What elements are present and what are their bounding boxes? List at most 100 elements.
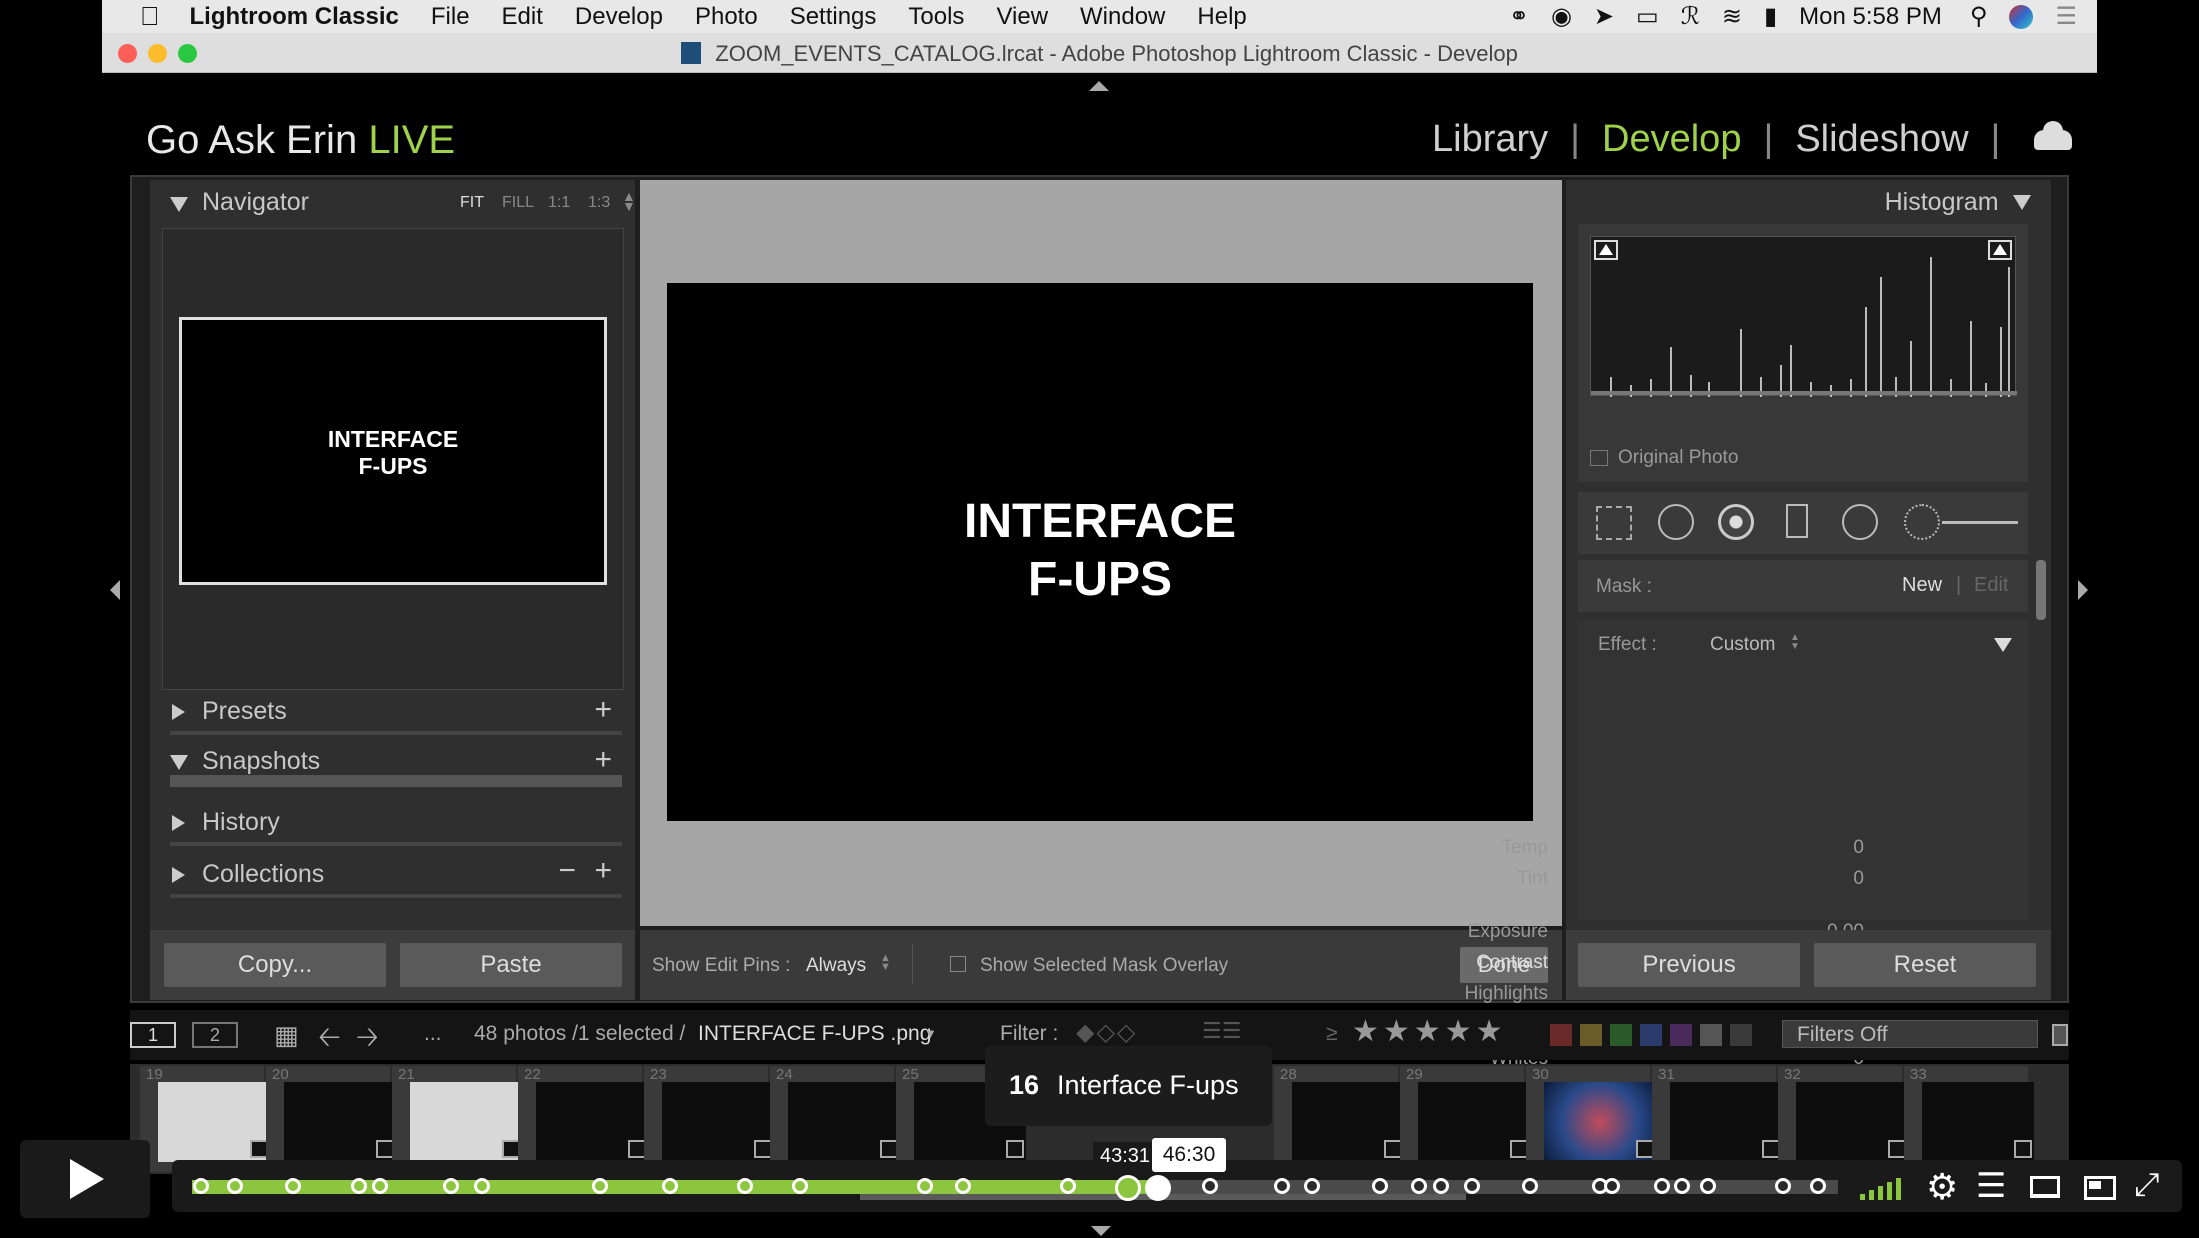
graduated-filter-tool-icon[interactable] bbox=[1786, 504, 1808, 538]
add-collection-icon[interactable]: + bbox=[594, 854, 612, 888]
add-snapshot-icon[interactable]: + bbox=[594, 743, 612, 777]
effect-collapse-icon[interactable] bbox=[1994, 638, 2012, 652]
main-photo[interactable]: INTERFACE F-UPS bbox=[667, 283, 1533, 821]
menubar-clock[interactable]: Mon 5:58 PM bbox=[1799, 3, 1942, 31]
zoom-fit[interactable]: FIT bbox=[460, 194, 484, 212]
color-label-filters[interactable] bbox=[1550, 1024, 1752, 1046]
chapter-marker[interactable] bbox=[1274, 1178, 1290, 1194]
slider-value-tint[interactable]: 0 bbox=[1853, 868, 1864, 890]
chapter-marker[interactable] bbox=[1464, 1178, 1480, 1194]
wifi-icon[interactable]: ≋ bbox=[1722, 2, 1742, 31]
main-window-button[interactable]: 1 bbox=[130, 1022, 176, 1048]
chapter-marker[interactable] bbox=[737, 1178, 753, 1194]
spotlight-icon[interactable]: ⚲ bbox=[1970, 2, 1988, 31]
select-arrows-icon[interactable]: ▲ ▼ bbox=[880, 953, 891, 973]
source-path-ellipsis[interactable]: ... bbox=[424, 1022, 442, 1046]
flag-icon[interactable]: ➤ bbox=[1594, 2, 1614, 31]
chapter-marker[interactable] bbox=[917, 1178, 933, 1194]
grid-view-icon[interactable]: ▦ bbox=[274, 1020, 299, 1051]
bottom-panel-toggle-icon[interactable] bbox=[1091, 1226, 1111, 1236]
rating-gte[interactable]: ≥ bbox=[1326, 1022, 1338, 1046]
histogram-header[interactable]: Histogram bbox=[1885, 188, 2031, 217]
chapter-marker[interactable] bbox=[372, 1178, 388, 1194]
chapter-marker[interactable] bbox=[592, 1178, 608, 1194]
right-panel-toggle-icon[interactable] bbox=[2078, 580, 2088, 600]
play-button[interactable] bbox=[20, 1140, 150, 1218]
menu-help[interactable]: Help bbox=[1197, 3, 1246, 31]
brush-size-slider[interactable] bbox=[1942, 521, 2018, 524]
purple-label-filter[interactable] bbox=[1670, 1024, 1692, 1046]
onepassword-icon[interactable]: ◉ bbox=[1551, 2, 1572, 31]
settings-gear-icon[interactable]: ⚙ bbox=[1926, 1166, 1958, 1208]
menu-view[interactable]: View bbox=[996, 3, 1048, 31]
battery-icon[interactable]: ▮ bbox=[1764, 2, 1777, 31]
zoom-fill[interactable]: FILL bbox=[502, 194, 534, 212]
chapter-marker[interactable] bbox=[193, 1178, 209, 1194]
shadow-clipping-icon[interactable] bbox=[1594, 240, 1618, 260]
spot-removal-tool-icon[interactable] bbox=[1658, 504, 1694, 540]
red-eye-tool-icon[interactable] bbox=[1718, 504, 1754, 540]
notification-center-icon[interactable]: ☰ bbox=[2055, 2, 2077, 31]
chapter-marker[interactable] bbox=[1700, 1178, 1716, 1194]
chapter-marker[interactable] bbox=[1674, 1178, 1690, 1194]
left-panel-toggle-icon[interactable] bbox=[110, 580, 120, 600]
filter-lock-icon[interactable] bbox=[2052, 1024, 2068, 1046]
chapter-marker[interactable] bbox=[285, 1178, 301, 1194]
slider-value-temp[interactable]: 0 bbox=[1853, 837, 1864, 859]
effect-preset-select[interactable]: Custom bbox=[1710, 634, 1775, 656]
chapter-marker[interactable] bbox=[443, 1178, 459, 1194]
yellow-label-filter[interactable] bbox=[1580, 1024, 1602, 1046]
other-label-filter[interactable] bbox=[1730, 1024, 1752, 1046]
edited-filter-icons[interactable]: ☰☰ bbox=[1202, 1018, 1241, 1044]
reset-button[interactable]: Reset bbox=[1814, 943, 2036, 987]
selected-filename[interactable]: INTERFACE F-UPS .png bbox=[698, 1022, 931, 1046]
navigator-preview[interactable]: INTERFACE F-UPS bbox=[179, 317, 607, 585]
mask-new-button[interactable]: New bbox=[1902, 574, 1942, 597]
zoom-1-1[interactable]: 1:1 bbox=[548, 194, 570, 212]
zoom-stepper-icon[interactable]: ▲ ▼ bbox=[622, 189, 636, 213]
cloud-sync-icon[interactable] bbox=[2034, 120, 2073, 150]
chapter-marker[interactable] bbox=[662, 1178, 678, 1194]
collections-panel-header[interactable]: Collections − + bbox=[170, 854, 622, 898]
menu-window[interactable]: Window bbox=[1080, 3, 1165, 31]
filter-preset-select[interactable]: Filters Off bbox=[1782, 1020, 2038, 1048]
menu-file[interactable]: File bbox=[431, 3, 470, 31]
filename-dropdown-icon[interactable]: ▼ bbox=[924, 1026, 937, 1041]
mask-overlay-checkbox[interactable] bbox=[950, 956, 966, 972]
mask-edit-button[interactable]: Edit bbox=[1974, 574, 2008, 597]
module-slideshow[interactable]: Slideshow bbox=[1795, 118, 1968, 161]
presets-panel-header[interactable]: Presets + bbox=[170, 693, 622, 735]
crop-tool-icon[interactable] bbox=[1596, 506, 1632, 540]
snapshots-panel-header[interactable]: Snapshots + bbox=[170, 743, 622, 787]
chapter-marker[interactable] bbox=[1775, 1178, 1791, 1194]
blue-label-filter[interactable] bbox=[1640, 1024, 1662, 1046]
chapter-marker[interactable] bbox=[474, 1178, 490, 1194]
chapter-marker[interactable] bbox=[1604, 1178, 1620, 1194]
chapter-marker[interactable] bbox=[1372, 1178, 1388, 1194]
chapter-marker[interactable] bbox=[1060, 1178, 1076, 1194]
chapters-list-icon[interactable]: ☰ bbox=[1976, 1166, 2006, 1206]
airplay-video-icon[interactable] bbox=[2030, 1176, 2060, 1198]
chapter-marker[interactable] bbox=[1411, 1178, 1427, 1194]
forward-arrow-icon[interactable]: 🡢 bbox=[356, 1016, 379, 1064]
zoom-ratio[interactable]: 1:3 bbox=[588, 194, 610, 212]
menu-develop[interactable]: Develop bbox=[575, 3, 663, 31]
flag-filter-icons[interactable]: ◆◇◇ bbox=[1076, 1018, 1137, 1047]
volume-icon[interactable] bbox=[1860, 1176, 1901, 1200]
menu-edit[interactable]: Edit bbox=[502, 3, 543, 31]
add-preset-icon[interactable]: + bbox=[594, 693, 612, 727]
adjustment-brush-tool-icon[interactable] bbox=[1904, 504, 1940, 540]
paste-settings-button[interactable]: Paste bbox=[400, 943, 622, 987]
chapter-marker[interactable] bbox=[955, 1178, 971, 1194]
current-chapter-marker[interactable] bbox=[1115, 1175, 1141, 1201]
right-panel-scrollbar[interactable] bbox=[2036, 560, 2046, 620]
bluetooth-icon[interactable]: ℛ bbox=[1681, 2, 1700, 31]
top-panel-toggle-icon[interactable] bbox=[1089, 81, 1109, 91]
apple-icon[interactable]:  bbox=[140, 1, 160, 32]
siri-icon[interactable] bbox=[2009, 4, 2034, 29]
navigator-header[interactable]: Navigator FIT FILL 1:1 1:3 ▲ ▼ bbox=[170, 188, 636, 224]
chapter-marker[interactable] bbox=[1304, 1178, 1320, 1194]
creative-cloud-icon[interactable]: ⚭ bbox=[1509, 2, 1529, 31]
menu-settings[interactable]: Settings bbox=[790, 3, 877, 31]
copy-settings-button[interactable]: Copy... bbox=[164, 943, 386, 987]
